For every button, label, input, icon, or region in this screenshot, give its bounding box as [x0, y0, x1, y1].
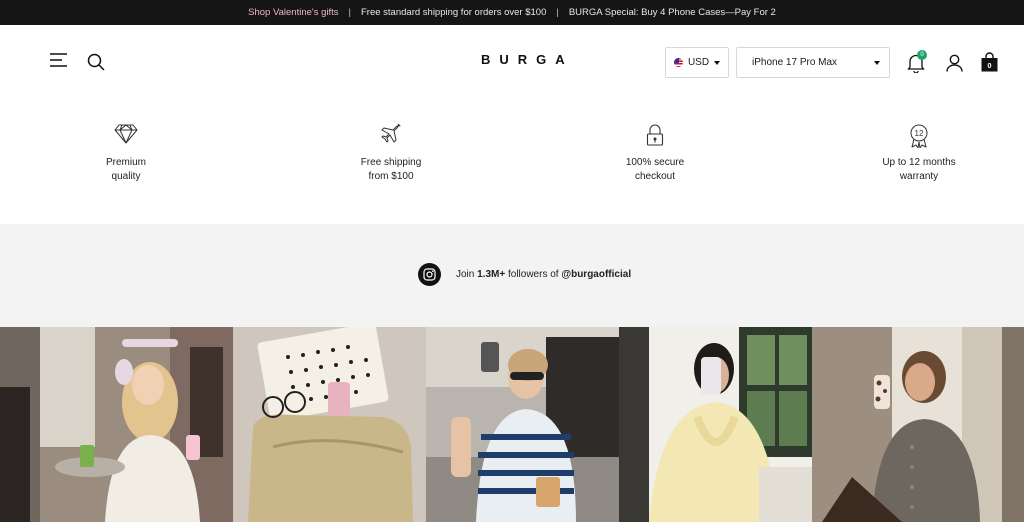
instagram-text-middle: followers of: [505, 269, 562, 280]
search-icon[interactable]: [87, 53, 105, 71]
gallery-photo[interactable]: [233, 327, 426, 522]
currency-label: USD: [687, 57, 710, 68]
gallery-photo[interactable]: [619, 327, 812, 522]
announcement-separator: |: [348, 7, 351, 18]
chevron-down-icon: [874, 60, 880, 65]
feature-free-shipping: Free shipping from $100: [321, 124, 461, 184]
feature-title: Free shipping: [360, 157, 422, 168]
account-icon[interactable]: [946, 54, 963, 72]
gallery-photo[interactable]: [0, 327, 233, 522]
feature-premium-quality: Premium quality: [56, 124, 196, 184]
feature-secure-checkout: 100% secure checkout: [585, 124, 725, 184]
announcement-separator: |: [556, 7, 559, 18]
notifications-button[interactable]: 0: [907, 50, 927, 73]
instagram-section: Join 1.3M+ followers of @burgaofficial: [0, 224, 1024, 327]
instagram-text-prefix: Join: [456, 269, 478, 280]
instagram-followers-text[interactable]: Join 1.3M+ followers of @burgaofficial: [456, 269, 631, 280]
feature-title: 100% secure: [625, 157, 685, 168]
gallery-photo[interactable]: [812, 327, 1024, 522]
notification-badge: 0: [917, 50, 927, 60]
shipping-announcement: Free standard shipping for orders over $…: [361, 7, 547, 18]
site-header: BURGA USD iPhone 17 Pro Max 0 0: [0, 25, 1024, 100]
device-selector[interactable]: iPhone 17 Pro Max: [736, 47, 890, 78]
feature-title: Premium: [105, 157, 146, 168]
svg-text:12: 12: [915, 129, 924, 138]
features-strip: Premium quality Free shipping from $100 …: [0, 100, 1024, 224]
burga-logo[interactable]: BURGA: [472, 52, 572, 67]
airplane-icon: [321, 124, 461, 150]
cart-button[interactable]: 0: [981, 52, 998, 72]
feature-subtitle: quality: [111, 171, 141, 182]
instagram-handle[interactable]: @burgaofficial: [561, 269, 631, 280]
valentines-link[interactable]: Shop Valentine's gifts: [248, 7, 338, 18]
instagram-icon[interactable]: [418, 263, 441, 286]
instagram-gallery: [0, 327, 1024, 522]
special-offer-link[interactable]: BURGA Special: Buy 4 Phone Cases—Pay For…: [569, 7, 776, 18]
lock-icon: [585, 124, 725, 150]
feature-subtitle: warranty: [899, 171, 939, 182]
instagram-cta: Join 1.3M+ followers of @burgaofficial: [418, 263, 631, 286]
chevron-down-icon: [714, 60, 721, 65]
gallery-photo[interactable]: [426, 327, 619, 522]
warranty-badge-icon: 12: [849, 124, 989, 150]
feature-subtitle: checkout: [634, 171, 676, 182]
feature-subtitle: from $100: [368, 171, 414, 182]
announcement-bar: Shop Valentine's gifts | Free standard s…: [0, 0, 1024, 25]
menu-icon[interactable]: [50, 53, 68, 67]
device-label: iPhone 17 Pro Max: [752, 57, 838, 68]
diamond-icon: [56, 124, 196, 150]
follower-count: 1.3M+: [477, 269, 506, 280]
currency-selector[interactable]: USD: [665, 47, 729, 78]
cart-count: 0: [987, 61, 992, 70]
feature-warranty: 12 Up to 12 months warranty: [849, 124, 989, 184]
feature-title: Up to 12 months: [882, 157, 956, 168]
us-flag-icon: [673, 58, 683, 67]
